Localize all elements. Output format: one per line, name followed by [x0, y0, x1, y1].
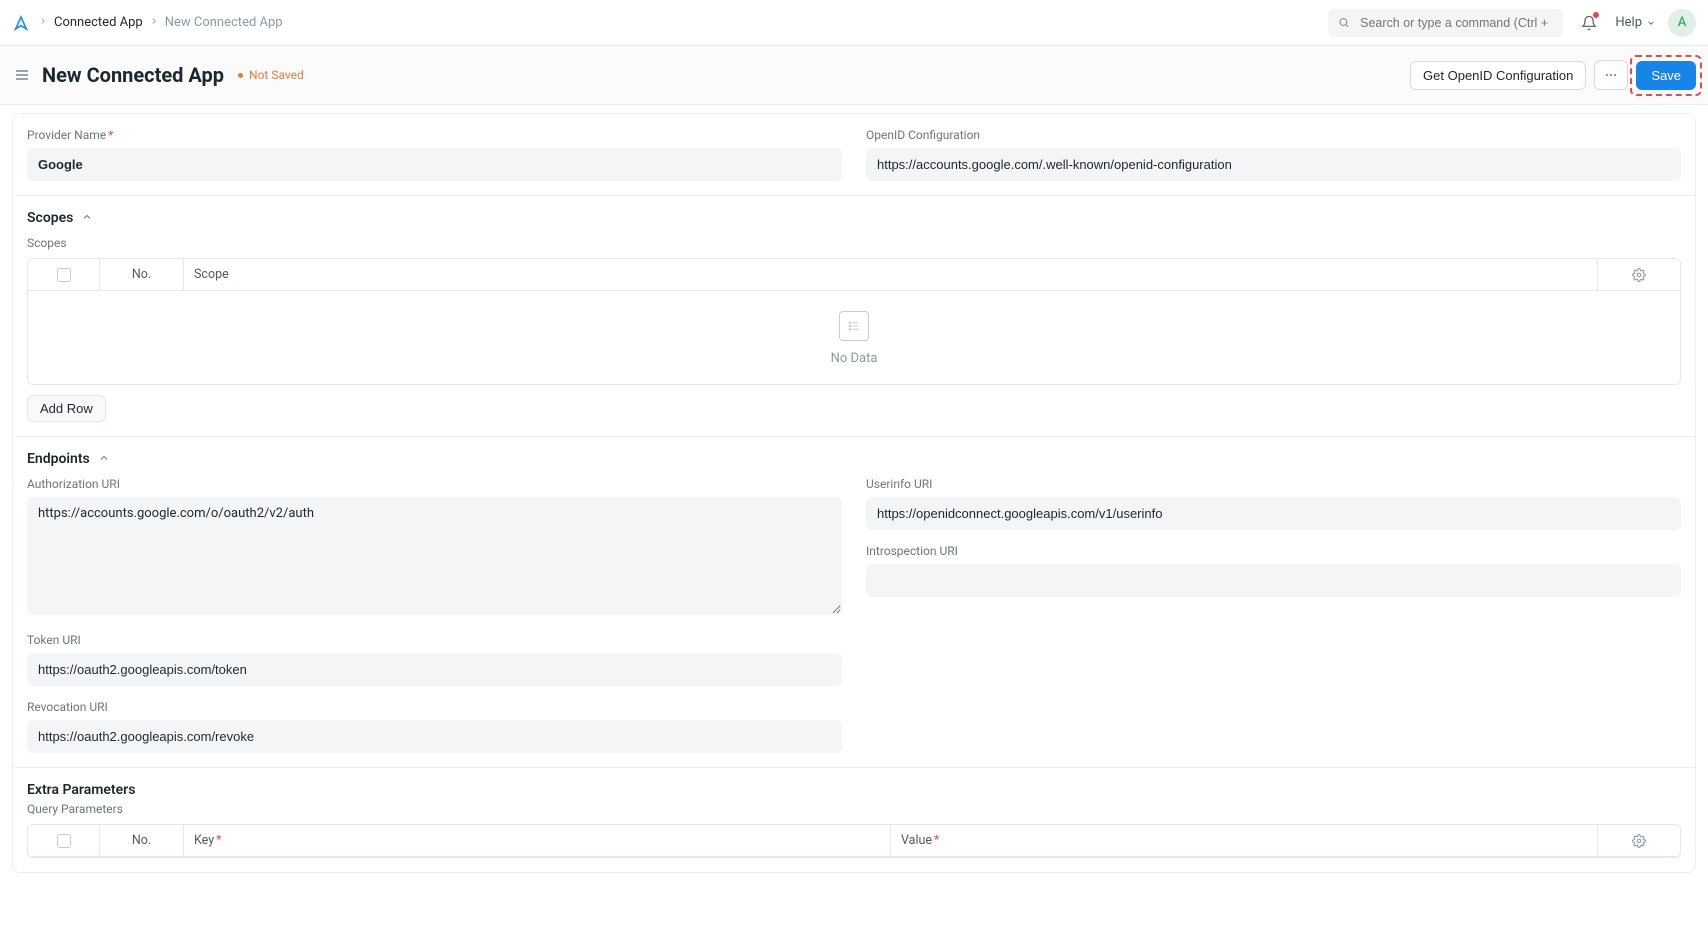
topbar: Connected App New Connected App Help A — [0, 0, 1708, 46]
authorization-uri-label: Authorization URI — [27, 477, 842, 491]
section-scopes-body: Scopes No. Scope No Data Add Row — [13, 232, 1695, 436]
scopes-col-no: No. — [100, 259, 184, 290]
scopes-col-check[interactable] — [28, 259, 100, 290]
user-avatar[interactable]: A — [1668, 9, 1696, 37]
breadcrumb-current: New Connected App — [165, 15, 283, 30]
field-openid-config: OpenID Configuration — [866, 128, 1681, 181]
page-header: New Connected App Not Saved Get OpenID C… — [0, 46, 1708, 105]
notifications-button[interactable] — [1575, 9, 1603, 37]
sidebar-toggle[interactable] — [12, 65, 32, 85]
section-endpoints-title: Endpoints — [27, 451, 90, 467]
save-highlight: Save — [1636, 61, 1696, 90]
query-params-col-value: Value* — [891, 825, 1598, 856]
provider-name-input[interactable] — [27, 148, 842, 181]
section-scopes-title: Scopes — [27, 210, 73, 226]
global-search-input[interactable] — [1358, 15, 1553, 31]
help-dropdown[interactable]: Help — [1615, 15, 1656, 30]
checkbox-icon[interactable] — [57, 268, 71, 282]
form-body: Provider Name* OpenID Configuration Scop… — [12, 113, 1696, 873]
query-params-table: No. Key* Value* — [27, 824, 1681, 858]
scopes-table-label: Scopes — [27, 236, 1681, 250]
scopes-table-head: No. Scope — [28, 259, 1680, 291]
query-params-col-key: Key* — [184, 825, 891, 856]
endpoints-left-col: Authorization URI Token URI Revocation U… — [27, 477, 842, 753]
chevron-right-icon — [149, 15, 159, 30]
search-icon — [1338, 16, 1350, 29]
menu-icon — [14, 67, 30, 83]
help-label: Help — [1615, 15, 1642, 30]
provider-name-label: Provider Name* — [27, 128, 842, 142]
page-actions: Get OpenID Configuration Save — [1410, 60, 1696, 90]
empty-list-icon — [839, 311, 869, 341]
breadcrumb-parent[interactable]: Connected App — [54, 15, 143, 30]
authorization-uri-input[interactable] — [27, 497, 842, 615]
section-scopes-toggle[interactable]: Scopes — [13, 196, 1695, 232]
chevron-right-icon — [38, 15, 48, 30]
save-button[interactable]: Save — [1636, 61, 1696, 90]
chevron-up-icon — [98, 452, 112, 466]
chevron-up-icon — [81, 211, 95, 225]
revocation-uri-label: Revocation URI — [27, 700, 842, 714]
gear-icon — [1632, 268, 1646, 282]
query-params-col-no: No. — [100, 825, 184, 856]
breadcrumb: Connected App New Connected App — [38, 15, 283, 30]
form-row-top: Provider Name* OpenID Configuration — [13, 114, 1695, 195]
notifications-indicator — [1593, 12, 1599, 18]
query-params-label: Query Parameters — [27, 802, 1681, 816]
token-uri-input[interactable] — [27, 653, 842, 686]
endpoints-right-col: Userinfo URI Introspection URI — [866, 477, 1681, 753]
more-actions-button[interactable] — [1594, 60, 1628, 90]
field-provider-name: Provider Name* — [27, 128, 842, 181]
global-search[interactable] — [1328, 9, 1563, 37]
unsaved-indicator: Not Saved — [238, 68, 304, 82]
userinfo-uri-input[interactable] — [866, 497, 1681, 530]
app-logo[interactable] — [12, 14, 30, 32]
query-params-col-settings[interactable] — [1598, 825, 1680, 856]
gear-icon — [1632, 834, 1646, 848]
query-params-col-check[interactable] — [28, 825, 100, 856]
ellipsis-icon — [1604, 68, 1618, 82]
page-title: New Connected App — [42, 63, 224, 87]
extra-parameters-body: Query Parameters No. Key* Value* — [13, 798, 1695, 872]
scopes-col-scope: Scope — [184, 259, 1598, 290]
query-params-table-head: No. Key* Value* — [28, 825, 1680, 857]
scopes-table: No. Scope No Data — [27, 258, 1681, 385]
endpoints-row: Authorization URI Token URI Revocation U… — [13, 473, 1695, 767]
topbar-right: Help A — [1328, 9, 1696, 37]
userinfo-uri-label: Userinfo URI — [866, 477, 1681, 491]
chevron-down-icon — [1646, 18, 1656, 28]
extra-parameters-title: Extra Parameters — [13, 768, 1695, 798]
checkbox-icon[interactable] — [57, 834, 71, 848]
get-openid-config-button[interactable]: Get OpenID Configuration — [1410, 61, 1586, 90]
section-endpoints-toggle[interactable]: Endpoints — [13, 437, 1695, 473]
openid-config-input[interactable] — [866, 148, 1681, 181]
scopes-add-row-button[interactable]: Add Row — [27, 395, 106, 422]
scopes-col-settings[interactable] — [1598, 259, 1680, 290]
scopes-empty-state: No Data — [28, 291, 1680, 384]
introspection-uri-label: Introspection URI — [866, 544, 1681, 558]
introspection-uri-input[interactable] — [866, 564, 1681, 597]
scopes-no-data-text: No Data — [831, 351, 878, 366]
revocation-uri-input[interactable] — [27, 720, 842, 753]
openid-config-label: OpenID Configuration — [866, 128, 1681, 142]
token-uri-label: Token URI — [27, 633, 842, 647]
